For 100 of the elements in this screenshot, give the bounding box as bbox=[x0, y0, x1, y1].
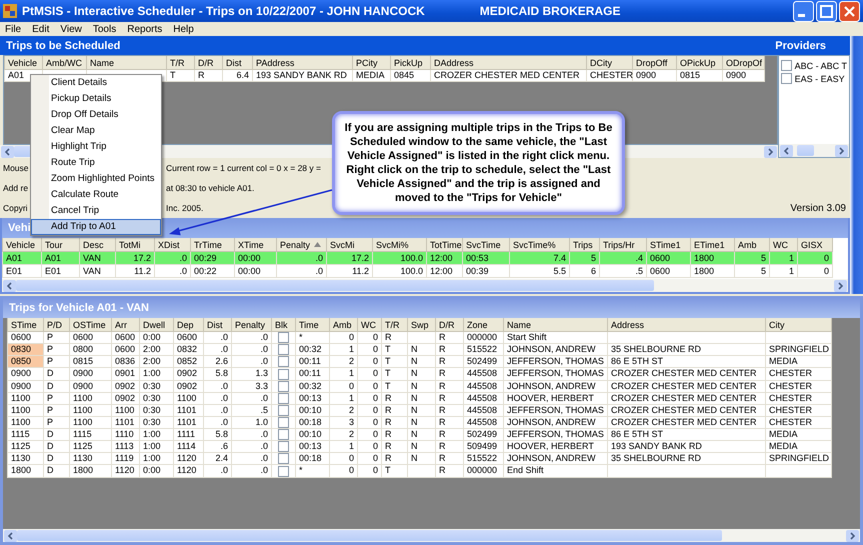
table-cell: 502499 bbox=[464, 428, 504, 441]
table-cell: 0:00 bbox=[140, 332, 174, 344]
table-cell: 0900 bbox=[8, 368, 44, 380]
table-cell: 445508 bbox=[464, 392, 504, 404]
table-cell: 0600 bbox=[646, 252, 690, 264]
table-cell: 1800 bbox=[70, 464, 112, 477]
table-cell: 0 bbox=[358, 332, 382, 344]
table-cell: CHESTER bbox=[766, 404, 832, 416]
table-cell: N bbox=[408, 344, 436, 356]
table-cell: 445508 bbox=[464, 404, 504, 416]
table-cell: 1120 bbox=[112, 464, 140, 477]
table-cell: N bbox=[408, 404, 436, 416]
table-cell: P bbox=[44, 392, 70, 404]
table-cell: MEDIA bbox=[766, 356, 832, 368]
table-cell: CHESTER bbox=[766, 380, 832, 392]
table-cell: 1100 bbox=[8, 404, 44, 416]
table-cell: End Shift bbox=[504, 464, 608, 477]
table-cell: 0:30 bbox=[140, 392, 174, 404]
table-cell: 1 bbox=[770, 264, 798, 278]
table-cell: R bbox=[436, 404, 464, 416]
table-cell: JEFFERSON, THOMAS bbox=[504, 428, 608, 441]
window-title: PtMSIS - Interactive Scheduler - Trips on 10/22/2007 - JOHN HANCOCK bbox=[22, 4, 425, 18]
table-cell: R bbox=[436, 452, 464, 465]
table-cell: 17.2 bbox=[326, 252, 372, 264]
table-cell: R bbox=[436, 356, 464, 368]
table-cell: 0:00 bbox=[140, 464, 174, 477]
table-cell: N bbox=[408, 356, 436, 368]
table-cell: CHESTER bbox=[766, 368, 832, 380]
table-cell: 1:00 bbox=[140, 428, 174, 441]
table-cell: MEDIA bbox=[352, 70, 390, 82]
status-text: Inc. 2005. bbox=[166, 203, 204, 213]
table-cell: 00:18 bbox=[296, 416, 330, 428]
table-cell: Start Shift bbox=[504, 332, 608, 344]
section-title: Vehi bbox=[8, 222, 31, 234]
table-cell: 1 bbox=[330, 368, 358, 380]
table-cell: 0600 bbox=[112, 344, 140, 356]
table-cell: R bbox=[436, 464, 464, 477]
table-cell: 0:30 bbox=[140, 404, 174, 416]
table-cell: N bbox=[408, 416, 436, 428]
table-cell: SPRINGFIELD bbox=[766, 452, 832, 465]
table-cell: 0900 bbox=[70, 368, 112, 380]
table-cell: 1120 bbox=[174, 464, 204, 477]
table-cell: .0 bbox=[204, 392, 232, 404]
table-cell: 6 bbox=[570, 264, 600, 278]
table-cell: 1 bbox=[330, 344, 358, 356]
table-cell: D bbox=[44, 464, 70, 477]
table-cell: R bbox=[194, 70, 222, 82]
table-cell: R bbox=[436, 332, 464, 344]
table-cell: 0 bbox=[330, 332, 358, 344]
table-cell: 515522 bbox=[464, 344, 504, 356]
table-cell: 00:29 bbox=[190, 252, 234, 264]
table-cell: 5.8 bbox=[204, 368, 232, 380]
table-cell: 000000 bbox=[464, 464, 504, 477]
table-cell: 1130 bbox=[70, 452, 112, 465]
table-cell: 00:11 bbox=[296, 368, 330, 380]
table-cell: VAN bbox=[80, 264, 116, 278]
table-cell: JEFFERSON, THOMAS bbox=[504, 368, 608, 380]
table-cell: .0 bbox=[232, 356, 272, 368]
table-cell: 1100 bbox=[8, 416, 44, 428]
table-cell: 00:22 bbox=[190, 264, 234, 278]
table-cell: 0900 bbox=[8, 380, 44, 392]
table-cell: CHESTER bbox=[586, 70, 632, 82]
table-cell: P bbox=[44, 404, 70, 416]
table-cell: 1125 bbox=[70, 440, 112, 453]
table-cell: 0815 bbox=[70, 356, 112, 368]
table-cell: P bbox=[44, 332, 70, 344]
table-cell: 1100 bbox=[70, 416, 112, 428]
table-cell: 35 SHELBOURNE RD bbox=[608, 452, 766, 465]
table-cell: CROZER CHESTER MED CENTER bbox=[608, 368, 766, 380]
status-text: Current row = 1 current col = 0 x = 28 y = bbox=[166, 163, 321, 173]
table-cell: 86 E 5TH ST bbox=[608, 428, 766, 441]
table-cell: 1:00 bbox=[140, 368, 174, 380]
table-cell: N bbox=[408, 428, 436, 441]
table-cell: D bbox=[44, 440, 70, 453]
table-cell: 0 bbox=[358, 368, 382, 380]
table-cell: 00:00 bbox=[234, 252, 276, 264]
table-cell: 1100 bbox=[8, 392, 44, 404]
table-cell: 1115 bbox=[70, 428, 112, 441]
table-cell: 7.4 bbox=[510, 252, 570, 264]
table-cell: MEDIA bbox=[766, 428, 832, 441]
table-cell: P bbox=[44, 356, 70, 368]
table-cell: P bbox=[44, 416, 70, 428]
version-text: Version 3.09 bbox=[790, 202, 846, 214]
section-title: Trips for Vehicle A01 - VAN bbox=[9, 302, 149, 314]
table-cell: .5 bbox=[232, 404, 272, 416]
table-cell: 445508 bbox=[464, 380, 504, 392]
table-cell: 0902 bbox=[112, 380, 140, 392]
table-cell: 1:00 bbox=[140, 452, 174, 465]
section-title: Trips to be Scheduled bbox=[6, 40, 120, 52]
table-cell: JOHNSON, ANDREW bbox=[504, 416, 608, 428]
table-cell: 515522 bbox=[464, 452, 504, 465]
table-cell: D bbox=[44, 380, 70, 392]
table-cell: 0 bbox=[358, 380, 382, 392]
table-cell: .0 bbox=[204, 380, 232, 392]
table-cell: A01 bbox=[2, 252, 42, 264]
table-cell: 00:00 bbox=[234, 264, 276, 278]
table-cell: 5.5 bbox=[510, 264, 570, 278]
table-cell: 2:00 bbox=[140, 344, 174, 356]
table-cell: 12:00 bbox=[426, 252, 462, 264]
table-cell: T bbox=[166, 70, 194, 82]
